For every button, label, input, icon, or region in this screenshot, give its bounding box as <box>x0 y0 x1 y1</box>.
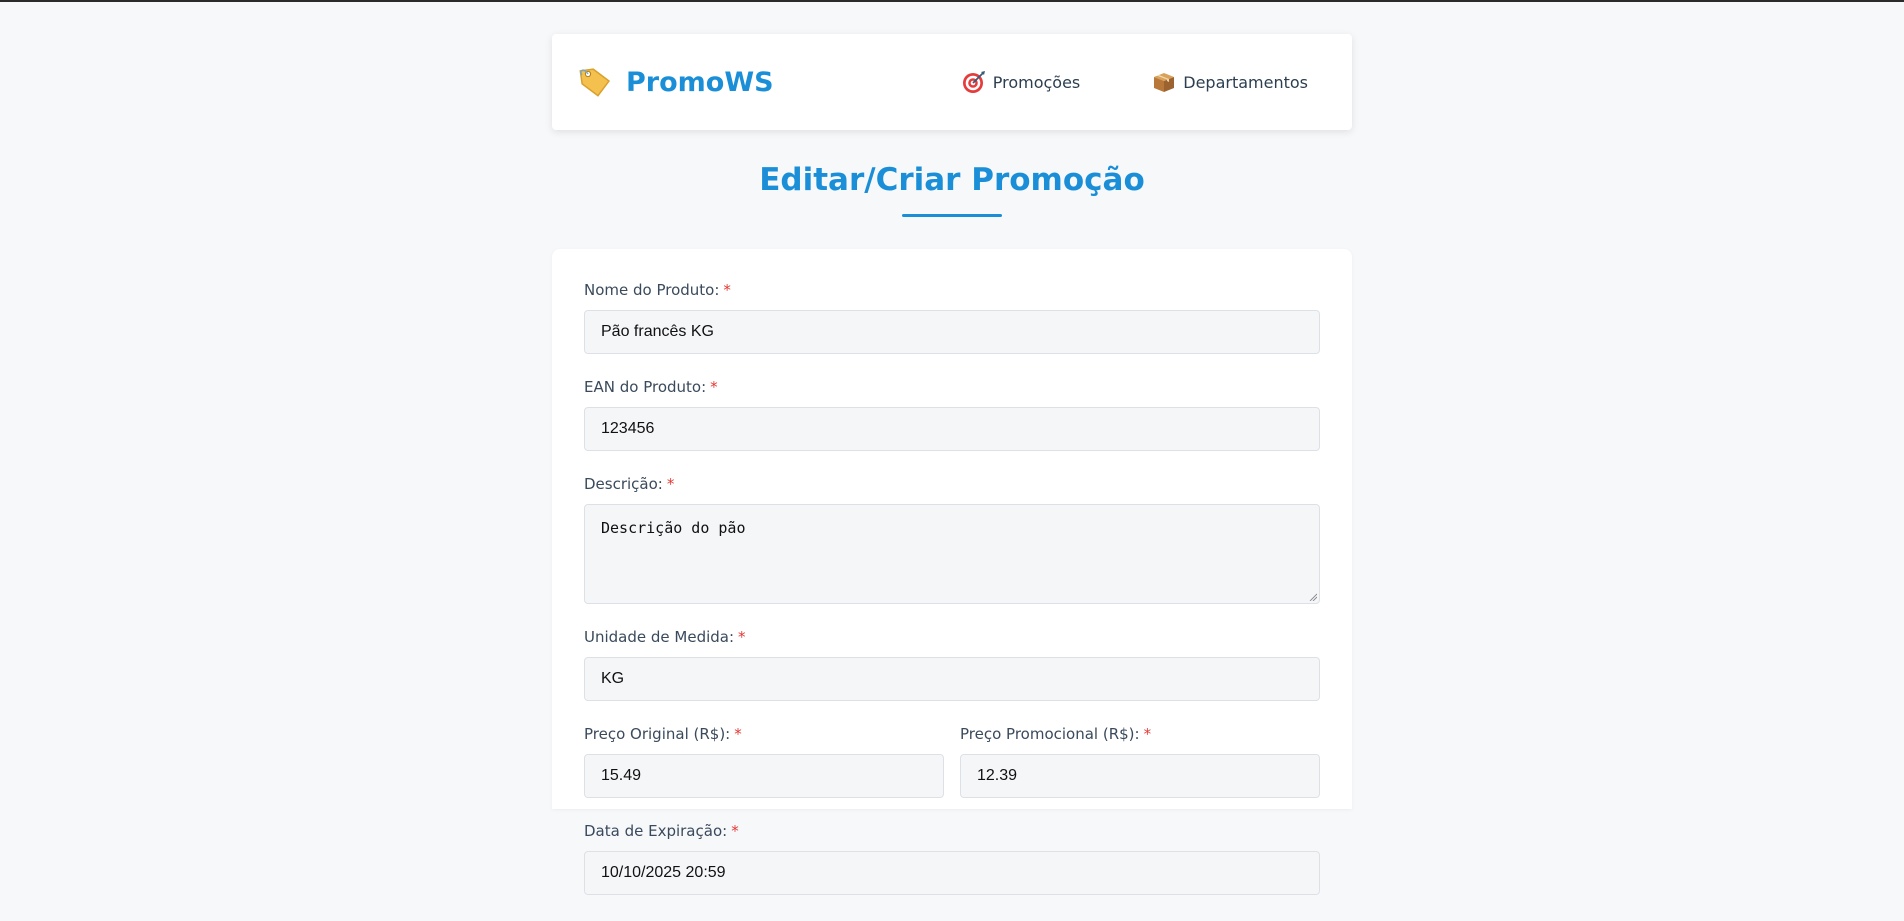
navbar: PromoWS Promoções Departamentos <box>552 34 1352 130</box>
original-price-input[interactable]: 15.49 <box>584 754 944 798</box>
nav-link-departamentos[interactable]: Departamentos <box>1152 70 1308 94</box>
target-icon <box>962 70 986 94</box>
nav-links: Promoções Departamentos <box>962 70 1328 94</box>
nav-link-promocoes[interactable]: Promoções <box>962 70 1081 94</box>
required-marker: * <box>666 475 675 493</box>
required-marker: * <box>723 281 731 299</box>
required-marker: * <box>1143 725 1152 743</box>
page-title: Editar/Criar Promoção <box>759 162 1145 198</box>
brand-name: PromoWS <box>626 66 774 98</box>
price-tag-icon <box>576 63 614 101</box>
brand-link[interactable]: PromoWS <box>576 63 774 101</box>
original-price-label: Preço Original (R$): * <box>584 725 742 743</box>
ean-label: EAN do Produto: * <box>584 378 718 396</box>
product-name-label: Nome do Produto: * <box>584 281 731 299</box>
field-original-price: Preço Original (R$): * 15.49 <box>584 725 944 798</box>
required-marker: * <box>738 628 746 646</box>
promo-price-input[interactable]: 12.39 <box>960 754 1320 798</box>
field-ean: EAN do Produto: * 123456 <box>584 378 1320 451</box>
field-expiration: Data de Expiração: * 10/10/2025 20:59 <box>584 822 1320 895</box>
required-marker: * <box>710 378 718 396</box>
description-label: Descrição: * <box>584 475 675 493</box>
field-product-name: Nome do Produto: * Pão francês KG <box>584 281 1320 354</box>
expiration-label: Data de Expiração: * <box>584 822 739 840</box>
description-textarea[interactable]: Descrição do pão <box>584 504 1320 604</box>
resize-grip-icon[interactable] <box>1309 593 1317 601</box>
package-icon <box>1152 70 1176 94</box>
nav-link-label: Promoções <box>992 72 1081 92</box>
title-underline <box>902 214 1002 217</box>
unit-label: Unidade de Medida: * <box>584 628 746 646</box>
unit-input[interactable]: KG <box>584 657 1320 701</box>
page-container: PromoWS Promoções Departamentos Editar/C… <box>552 34 1352 895</box>
field-promo-price: Preço Promocional (R$): * 12.39 <box>960 725 1320 798</box>
required-marker: * <box>731 822 739 840</box>
ean-input[interactable]: 123456 <box>584 407 1320 451</box>
product-name-input[interactable]: Pão francês KG <box>584 310 1320 354</box>
description-text: Descrição do pão <box>601 519 746 537</box>
nav-link-label: Departamentos <box>1183 72 1308 92</box>
expiration-input[interactable]: 10/10/2025 20:59 <box>584 851 1320 895</box>
promo-price-label: Preço Promocional (R$): * <box>960 725 1152 743</box>
required-marker: * <box>734 725 742 743</box>
window-top-border <box>0 0 1904 2</box>
promotion-form: Nome do Produto: * Pão francês KG EAN do … <box>552 249 1352 895</box>
field-unit: Unidade de Medida: * KG <box>584 628 1320 701</box>
field-description: Descrição: * Descrição do pão <box>584 475 1320 604</box>
price-row: Preço Original (R$): * 15.49 Preço Promoc… <box>584 725 1320 822</box>
